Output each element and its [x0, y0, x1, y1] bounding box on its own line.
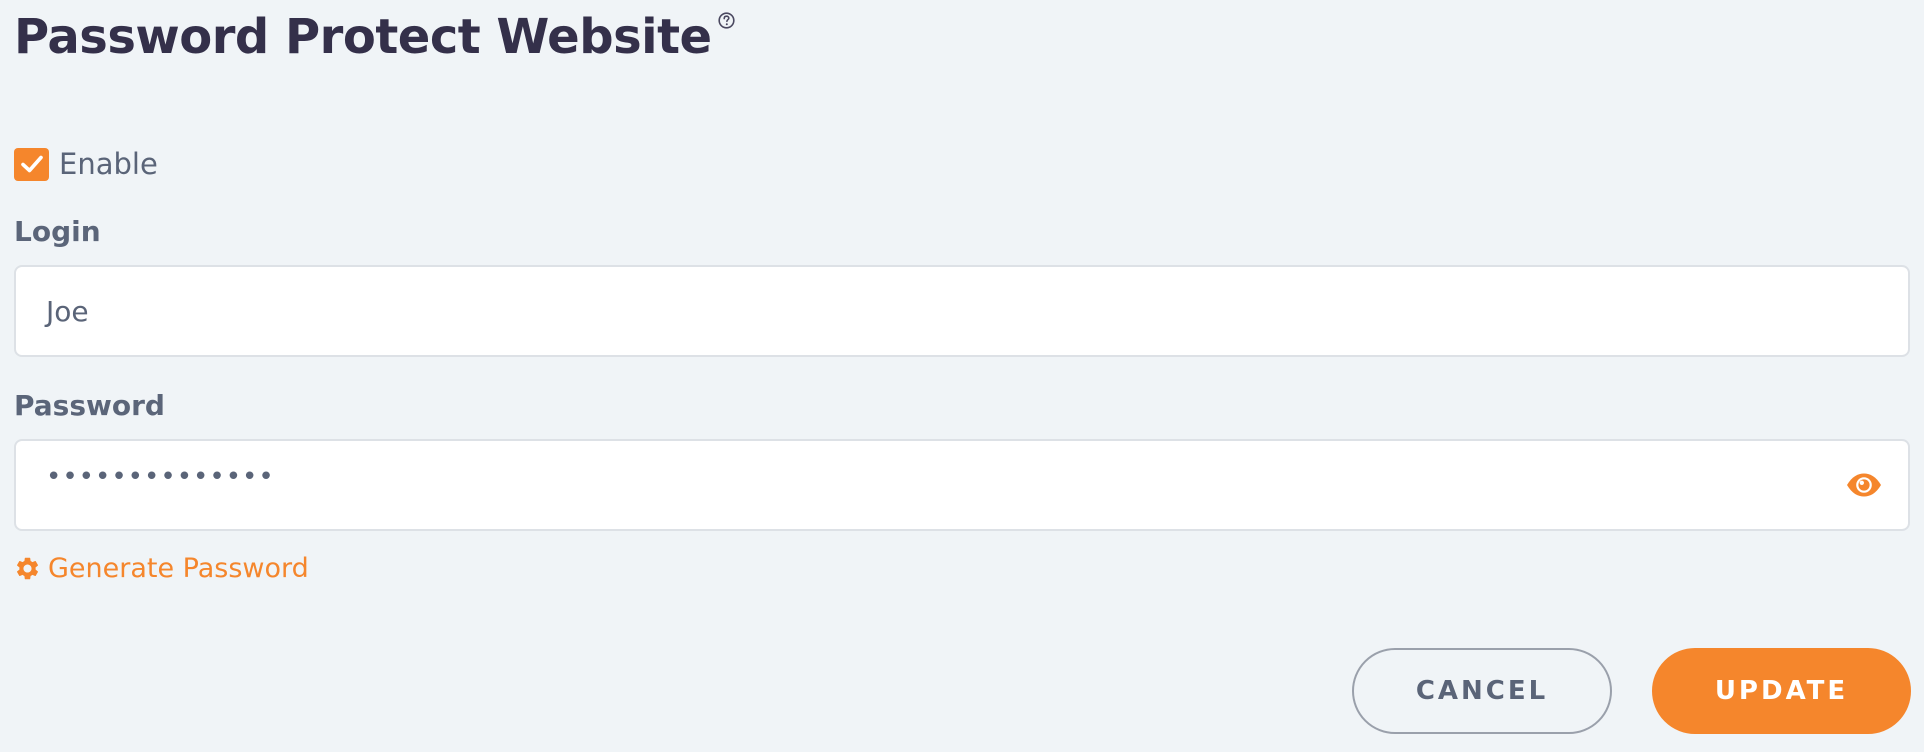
- enable-toggle[interactable]: Enable: [14, 147, 158, 181]
- password-label: Password: [14, 389, 165, 422]
- password-field[interactable]: ••••••••••••••: [14, 439, 1910, 531]
- generate-password-label: Generate Password: [48, 553, 309, 584]
- generate-password-link[interactable]: Generate Password: [14, 553, 309, 584]
- enable-checkbox[interactable]: [14, 147, 49, 181]
- enable-label: Enable: [59, 147, 158, 181]
- gear-icon: [14, 555, 41, 582]
- update-button[interactable]: UPDATE: [1652, 648, 1911, 734]
- checkmark-icon: [20, 155, 43, 173]
- help-icon[interactable]: [717, 12, 735, 29]
- login-field[interactable]: Joe: [14, 265, 1910, 357]
- password-value: ••••••••••••••: [46, 462, 275, 492]
- cancel-button[interactable]: CANCEL: [1352, 648, 1612, 734]
- login-value: Joe: [46, 294, 89, 328]
- page-title: Password Protect Website: [14, 9, 712, 65]
- page-header: Password Protect Website: [14, 6, 735, 68]
- eye-icon[interactable]: [1845, 472, 1883, 498]
- login-label: Login: [14, 215, 101, 248]
